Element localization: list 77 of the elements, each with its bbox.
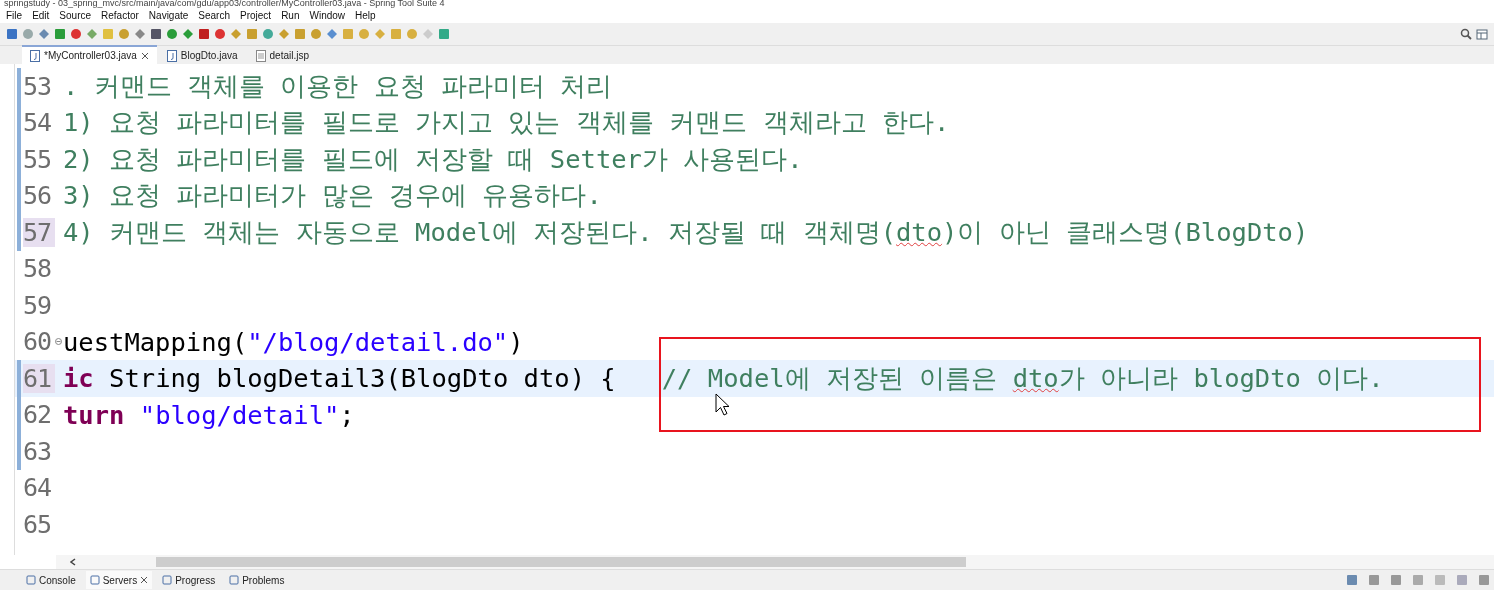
line-number: 65 (23, 509, 53, 539)
menu-item[interactable]: File (6, 10, 23, 21)
line-number: 53 (23, 71, 53, 101)
line-number: 63 (23, 436, 53, 466)
editor-tab[interactable]: detail.jsp (247, 45, 317, 64)
line-number: 59 (23, 290, 53, 320)
editor-tab[interactable]: BlogDto.java (158, 45, 246, 64)
view-icon (89, 575, 100, 585)
circle-icon[interactable] (406, 28, 418, 40)
circle-icon[interactable] (310, 28, 322, 40)
square-icon[interactable] (150, 28, 162, 40)
scroll-left-icon[interactable] (70, 558, 76, 566)
square-icon[interactable] (198, 28, 210, 40)
menu-item[interactable]: Navigate (148, 10, 189, 21)
editor-tab[interactable]: *MyController03.java (22, 45, 157, 64)
square-icon[interactable] (1346, 574, 1358, 586)
diamond-icon[interactable] (326, 28, 338, 40)
document-icon (255, 49, 266, 62)
circle-icon[interactable] (358, 28, 370, 40)
code-line: ic String blogDetail3(BlogDto dto) { // Model에 저장된 이름은 dto가 아니라 blogDto 이다. (63, 361, 1384, 395)
line-number: 58 (23, 254, 53, 284)
line-number: 54 (23, 108, 53, 138)
line-number: 55 (23, 144, 53, 174)
fold-icon[interactable] (55, 338, 62, 346)
view-tab[interactable]: Servers (85, 571, 153, 589)
view-tab[interactable]: Progress (158, 571, 220, 589)
view-tab[interactable]: Console (22, 571, 80, 589)
code-line: . 커맨드 객체를 이용한 요청 파라미터 처리 (63, 69, 613, 103)
code-line: 3) 요청 파라미터가 많은 경우에 유용하다. (63, 179, 602, 213)
perspective-icon[interactable] (1476, 28, 1488, 40)
scrollbar-thumb[interactable] (156, 557, 966, 567)
java-file-icon (166, 49, 177, 62)
menu-item[interactable]: Run (281, 10, 300, 21)
search-icon[interactable] (1460, 28, 1472, 40)
diamond-icon[interactable] (38, 28, 50, 40)
diamond-icon[interactable] (374, 28, 386, 40)
mouse-pointer-icon (715, 393, 731, 417)
circle-icon[interactable] (70, 28, 82, 40)
menu-item[interactable]: Project (240, 10, 272, 21)
diamond-icon[interactable] (230, 28, 242, 40)
line-number: 60 (23, 327, 53, 357)
square-icon[interactable] (6, 28, 18, 40)
window-title: springstudy - 03_spring_mvc/src/main/java/com/gdu/app03/controller/MyController03.java - Spring Tool Suite 4 (3, 0, 445, 8)
circle-icon[interactable] (118, 28, 130, 40)
circle-icon[interactable] (166, 28, 178, 40)
diamond-icon[interactable] (134, 28, 146, 40)
java-file-icon (30, 49, 40, 62)
code-line: turn "blog/detail"; (63, 399, 355, 430)
line-number: 61 (23, 363, 55, 393)
menu-item[interactable]: Search (198, 10, 230, 21)
menu-item[interactable]: Edit (32, 10, 50, 21)
view-icon (26, 575, 36, 585)
close-icon[interactable] (140, 576, 149, 584)
code-line: 2) 요청 파라미터를 필드에 저장할 때 Setter가 사용된다. (63, 142, 803, 176)
circle-icon[interactable] (214, 28, 226, 40)
code-line: uestMapping("/blog/detail.do") (63, 326, 524, 357)
line-number: 56 (23, 181, 53, 211)
view-icon (229, 575, 240, 585)
diamond-icon[interactable] (86, 28, 98, 40)
code-line: 4) 커맨드 객체는 자동으로 Model에 저장된다. 저장될 때 객체명(dto)이 아닌 클래스명(BlogDto) (63, 215, 1309, 249)
line-number: 62 (23, 400, 53, 430)
diamond-icon[interactable] (182, 28, 194, 40)
menu-item[interactable]: Help (355, 10, 376, 21)
line-number: 64 (23, 473, 53, 503)
close-icon[interactable] (140, 51, 149, 60)
view-icon (162, 575, 173, 585)
diamond-icon[interactable] (278, 28, 290, 40)
code-line: 1) 요청 파라미터를 필드로 가지고 있는 객체를 커맨드 객체라고 한다. (63, 106, 950, 140)
diamond-icon[interactable] (422, 28, 434, 40)
line-number: 57 (23, 217, 55, 247)
view-tab[interactable]: Problems (225, 571, 289, 589)
circle-icon[interactable] (22, 28, 34, 40)
menu-item[interactable]: Window (309, 10, 346, 21)
circle-icon[interactable] (262, 28, 274, 40)
square-icon[interactable] (54, 28, 66, 40)
menu-item[interactable]: Source (59, 10, 92, 21)
menu-item[interactable]: Refactor (101, 10, 139, 21)
